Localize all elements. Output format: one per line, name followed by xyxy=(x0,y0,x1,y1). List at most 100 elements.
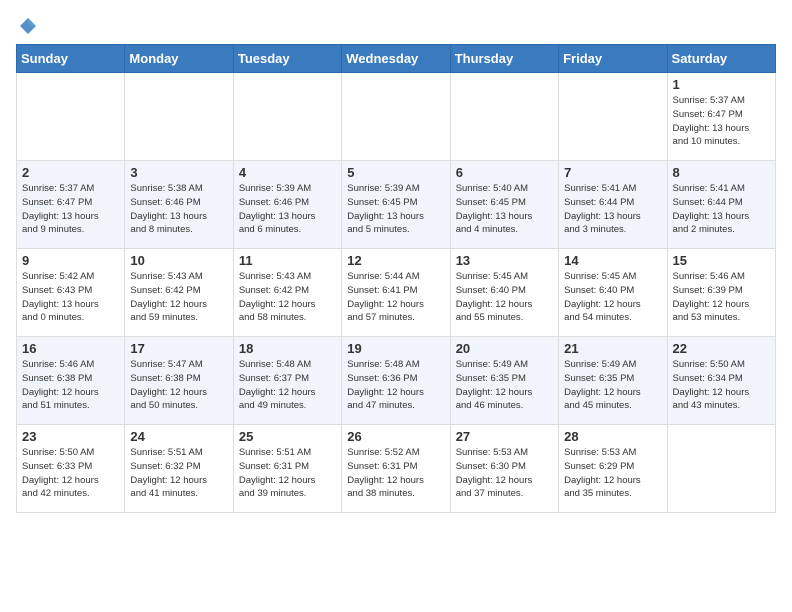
calendar-cell xyxy=(450,73,558,161)
day-of-week-header: Wednesday xyxy=(342,45,450,73)
day-number: 23 xyxy=(22,429,119,444)
calendar-cell: 4Sunrise: 5:39 AM Sunset: 6:46 PM Daylig… xyxy=(233,161,341,249)
calendar-cell: 1 Sunrise: 5:37 AM Sunset: 6:47 PM Daylig… xyxy=(667,73,775,161)
day-info: Sunrise: 5:45 AM Sunset: 6:40 PM Dayligh… xyxy=(564,270,661,325)
day-info: Sunrise: 5:44 AM Sunset: 6:41 PM Dayligh… xyxy=(347,270,444,325)
day-info: Sunrise: 5:41 AM Sunset: 6:44 PM Dayligh… xyxy=(564,182,661,237)
day-of-week-header: Sunday xyxy=(17,45,125,73)
calendar-cell: 10 Sunrise: 5:43 AM Sunset: 6:42 PM Dayli… xyxy=(125,249,233,337)
day-number: 21 xyxy=(564,341,661,356)
day-info: Sunrise: 5:53 AM Sunset: 6:30 PM Dayligh… xyxy=(456,446,553,501)
calendar-cell: 2 Sunrise: 5:37 AM Sunset: 6:47 PM Daylig… xyxy=(17,161,125,249)
day-info: Sunrise: 5:49 AM Sunset: 6:35 PM Dayligh… xyxy=(456,358,553,413)
day-number: 13 xyxy=(456,253,553,268)
calendar-cell: 24 Sunrise: 5:51 AM Sunset: 6:32 PM Dayli… xyxy=(125,425,233,513)
day-number: 16 xyxy=(22,341,119,356)
calendar-week-row: 23 Sunrise: 5:50 AM Sunset: 6:33 PM Dayli… xyxy=(17,425,776,513)
calendar-cell: 12 Sunrise: 5:44 AM Sunset: 6:41 PM Dayli… xyxy=(342,249,450,337)
logo-icon xyxy=(18,16,38,36)
calendar-cell: 6Sunrise: 5:40 AM Sunset: 6:45 PM Daylig… xyxy=(450,161,558,249)
calendar-cell: 25Sunrise: 5:51 AM Sunset: 6:31 PM Dayli… xyxy=(233,425,341,513)
day-number: 8 xyxy=(673,165,770,180)
calendar-cell: 27 Sunrise: 5:53 AM Sunset: 6:30 PM Dayli… xyxy=(450,425,558,513)
page-header xyxy=(16,16,776,32)
day-info: Sunrise: 5:51 AM Sunset: 6:32 PM Dayligh… xyxy=(130,446,227,501)
day-info: Sunrise: 5:53 AM Sunset: 6:29 PM Dayligh… xyxy=(564,446,661,501)
calendar-cell xyxy=(342,73,450,161)
day-number: 1 xyxy=(673,77,770,92)
day-info: Sunrise: 5:39 AM Sunset: 6:45 PM Dayligh… xyxy=(347,182,444,237)
day-of-week-header: Saturday xyxy=(667,45,775,73)
day-number: 4 xyxy=(239,165,336,180)
day-number: 27 xyxy=(456,429,553,444)
calendar-cell: 7 Sunrise: 5:41 AM Sunset: 6:44 PM Daylig… xyxy=(559,161,667,249)
calendar-cell: 5Sunrise: 5:39 AM Sunset: 6:45 PM Daylig… xyxy=(342,161,450,249)
day-number: 19 xyxy=(347,341,444,356)
calendar-week-row: 2 Sunrise: 5:37 AM Sunset: 6:47 PM Daylig… xyxy=(17,161,776,249)
day-number: 14 xyxy=(564,253,661,268)
day-info: Sunrise: 5:49 AM Sunset: 6:35 PM Dayligh… xyxy=(564,358,661,413)
calendar-cell: 8 Sunrise: 5:41 AM Sunset: 6:44 PM Daylig… xyxy=(667,161,775,249)
day-number: 15 xyxy=(673,253,770,268)
day-number: 20 xyxy=(456,341,553,356)
calendar-cell: 21 Sunrise: 5:49 AM Sunset: 6:35 PM Dayli… xyxy=(559,337,667,425)
day-info: Sunrise: 5:46 AM Sunset: 6:38 PM Dayligh… xyxy=(22,358,119,413)
day-of-week-header: Thursday xyxy=(450,45,558,73)
calendar-cell: 22 Sunrise: 5:50 AM Sunset: 6:34 PM Dayli… xyxy=(667,337,775,425)
day-info: Sunrise: 5:37 AM Sunset: 6:47 PM Dayligh… xyxy=(22,182,119,237)
day-of-week-header: Monday xyxy=(125,45,233,73)
day-info: Sunrise: 5:47 AM Sunset: 6:38 PM Dayligh… xyxy=(130,358,227,413)
calendar-cell: 26 Sunrise: 5:52 AM Sunset: 6:31 PM Dayli… xyxy=(342,425,450,513)
day-number: 10 xyxy=(130,253,227,268)
day-of-week-header: Friday xyxy=(559,45,667,73)
calendar-week-row: 16 Sunrise: 5:46 AM Sunset: 6:38 PM Dayli… xyxy=(17,337,776,425)
calendar-cell xyxy=(17,73,125,161)
calendar-cell: 9 Sunrise: 5:42 AM Sunset: 6:43 PM Daylig… xyxy=(17,249,125,337)
day-of-week-header: Tuesday xyxy=(233,45,341,73)
day-number: 17 xyxy=(130,341,227,356)
day-info: Sunrise: 5:51 AM Sunset: 6:31 PM Dayligh… xyxy=(239,446,336,501)
day-info: Sunrise: 5:48 AM Sunset: 6:36 PM Dayligh… xyxy=(347,358,444,413)
day-number: 3 xyxy=(130,165,227,180)
logo xyxy=(16,16,38,32)
day-number: 9 xyxy=(22,253,119,268)
day-number: 2 xyxy=(22,165,119,180)
day-info: Sunrise: 5:37 AM Sunset: 6:47 PM Dayligh… xyxy=(673,94,770,149)
calendar-cell: 16 Sunrise: 5:46 AM Sunset: 6:38 PM Dayli… xyxy=(17,337,125,425)
day-number: 22 xyxy=(673,341,770,356)
day-info: Sunrise: 5:52 AM Sunset: 6:31 PM Dayligh… xyxy=(347,446,444,501)
calendar-header-row: SundayMondayTuesdayWednesdayThursdayFrid… xyxy=(17,45,776,73)
calendar-cell: 19 Sunrise: 5:48 AM Sunset: 6:36 PM Dayli… xyxy=(342,337,450,425)
calendar-cell: 11Sunrise: 5:43 AM Sunset: 6:42 PM Dayli… xyxy=(233,249,341,337)
day-number: 7 xyxy=(564,165,661,180)
day-number: 24 xyxy=(130,429,227,444)
day-info: Sunrise: 5:41 AM Sunset: 6:44 PM Dayligh… xyxy=(673,182,770,237)
day-info: Sunrise: 5:50 AM Sunset: 6:34 PM Dayligh… xyxy=(673,358,770,413)
day-info: Sunrise: 5:45 AM Sunset: 6:40 PM Dayligh… xyxy=(456,270,553,325)
calendar-week-row: 9 Sunrise: 5:42 AM Sunset: 6:43 PM Daylig… xyxy=(17,249,776,337)
calendar-cell: 3 Sunrise: 5:38 AM Sunset: 6:46 PM Daylig… xyxy=(125,161,233,249)
calendar-cell: 28 Sunrise: 5:53 AM Sunset: 6:29 PM Dayli… xyxy=(559,425,667,513)
calendar-cell: 20 Sunrise: 5:49 AM Sunset: 6:35 PM Dayli… xyxy=(450,337,558,425)
day-info: Sunrise: 5:43 AM Sunset: 6:42 PM Dayligh… xyxy=(130,270,227,325)
calendar-cell xyxy=(559,73,667,161)
day-number: 26 xyxy=(347,429,444,444)
calendar-week-row: 1 Sunrise: 5:37 AM Sunset: 6:47 PM Daylig… xyxy=(17,73,776,161)
day-info: Sunrise: 5:38 AM Sunset: 6:46 PM Dayligh… xyxy=(130,182,227,237)
calendar-cell: 23 Sunrise: 5:50 AM Sunset: 6:33 PM Dayli… xyxy=(17,425,125,513)
calendar-cell: 15 Sunrise: 5:46 AM Sunset: 6:39 PM Dayli… xyxy=(667,249,775,337)
calendar-cell xyxy=(233,73,341,161)
calendar-table: SundayMondayTuesdayWednesdayThursdayFrid… xyxy=(16,44,776,513)
calendar-cell xyxy=(125,73,233,161)
calendar-cell: 14 Sunrise: 5:45 AM Sunset: 6:40 PM Dayli… xyxy=(559,249,667,337)
calendar-cell: 18Sunrise: 5:48 AM Sunset: 6:37 PM Dayli… xyxy=(233,337,341,425)
day-info: Sunrise: 5:48 AM Sunset: 6:37 PM Dayligh… xyxy=(239,358,336,413)
day-info: Sunrise: 5:42 AM Sunset: 6:43 PM Dayligh… xyxy=(22,270,119,325)
calendar-cell: 13 Sunrise: 5:45 AM Sunset: 6:40 PM Dayli… xyxy=(450,249,558,337)
day-info: Sunrise: 5:40 AM Sunset: 6:45 PM Dayligh… xyxy=(456,182,553,237)
day-info: Sunrise: 5:46 AM Sunset: 6:39 PM Dayligh… xyxy=(673,270,770,325)
day-info: Sunrise: 5:50 AM Sunset: 6:33 PM Dayligh… xyxy=(22,446,119,501)
day-number: 28 xyxy=(564,429,661,444)
day-info: Sunrise: 5:43 AM Sunset: 6:42 PM Dayligh… xyxy=(239,270,336,325)
day-number: 12 xyxy=(347,253,444,268)
